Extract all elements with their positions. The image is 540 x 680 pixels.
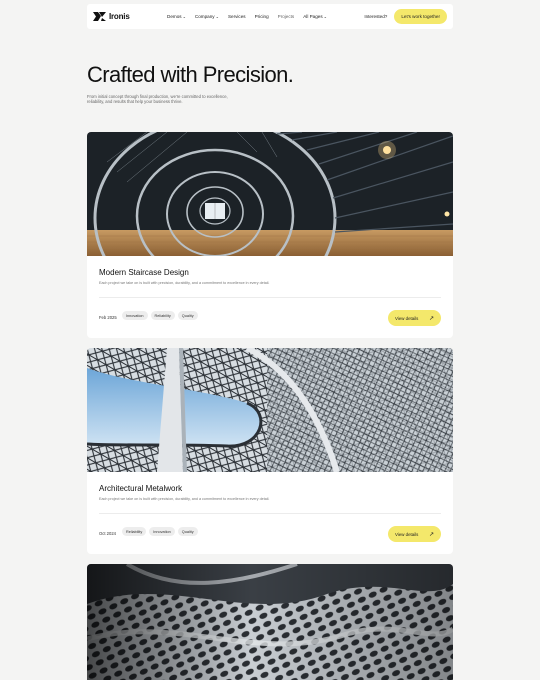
nav-item-projects[interactable]: Projects — [278, 14, 295, 19]
tag: Quality — [177, 311, 198, 320]
nav-item-company[interactable]: Company ⌄ — [195, 14, 219, 19]
project-tags: Reliability Innovation Quality — [122, 527, 198, 536]
project-tags: Innovation Reliability Quality — [122, 311, 198, 320]
chevron-down-icon: ⌄ — [323, 14, 328, 19]
tag: Reliability — [122, 527, 147, 536]
nav-item-all-pages[interactable]: All Pages ⌄ — [303, 14, 327, 19]
brand-logo[interactable]: Ironis — [93, 12, 157, 21]
project-date: Feb 2025 — [99, 315, 117, 320]
divider — [99, 513, 441, 514]
perforated-sculpture-image — [87, 564, 453, 680]
project-card[interactable]: Modern Staircase Design Each project we … — [87, 132, 453, 338]
nav-item-demos[interactable]: Demos ⌄ — [167, 14, 186, 19]
chevron-down-icon: ⌄ — [215, 14, 219, 19]
tag: Reliability — [150, 311, 175, 320]
project-date: Oct 2024 — [99, 531, 116, 536]
tag: Innovation — [149, 527, 175, 536]
chevron-down-icon: ⌄ — [182, 14, 186, 19]
page-subtitle: From initial concept through final produ… — [87, 94, 228, 105]
project-description: Each project we take on is built with pr… — [99, 497, 270, 501]
top-navbar: Ironis Demos ⌄ Company ⌄ Services Pricing … — [87, 4, 453, 29]
spiral-staircase-image — [87, 132, 453, 256]
brand-name: Ironis — [109, 12, 130, 21]
nav-item-services[interactable]: Services — [228, 14, 246, 19]
tag: Innovation — [122, 311, 148, 320]
project-title: Architectural Metalwork — [99, 484, 183, 493]
project-title: Modern Staircase Design — [99, 268, 189, 277]
ironis-logo-icon — [93, 12, 106, 21]
arrow-up-right-icon: ↗ — [428, 315, 434, 322]
project-description: Each project we take on is built with pr… — [99, 281, 270, 285]
metal-lattice-image — [87, 348, 453, 472]
view-details-button[interactable]: View details ↗ — [388, 526, 441, 542]
nav-item-pricing[interactable]: Pricing — [255, 14, 269, 19]
lets-work-together-button[interactable]: Let's work together — [394, 9, 447, 24]
divider — [99, 297, 441, 298]
view-details-button[interactable]: View details ↗ — [388, 310, 441, 326]
project-card[interactable]: Architectural Metalwork Each project we … — [87, 348, 453, 554]
interested-link[interactable]: Interested? — [364, 14, 387, 19]
main-menu: Demos ⌄ Company ⌄ Services Pricing Project… — [167, 14, 327, 19]
project-card[interactable] — [87, 564, 453, 680]
arrow-up-right-icon: ↗ — [428, 531, 434, 538]
tag: Quality — [177, 527, 198, 536]
page-title: Crafted with Precision. — [87, 62, 294, 87]
